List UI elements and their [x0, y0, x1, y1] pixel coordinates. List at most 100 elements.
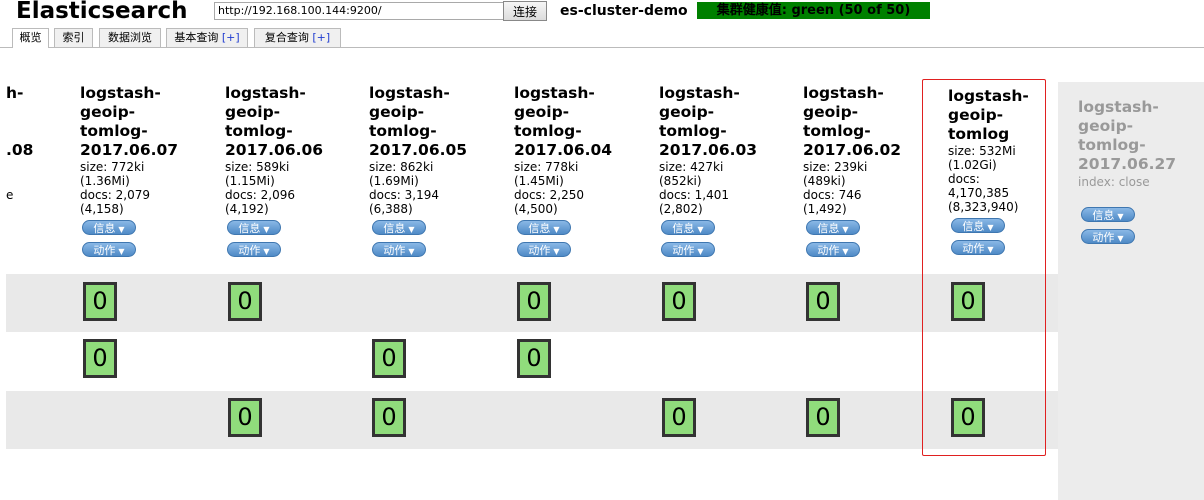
- info-button-label: 信息: [93, 222, 116, 235]
- caret-down-icon: ▼: [842, 247, 849, 256]
- shard[interactable]: 0: [372, 398, 406, 437]
- action-button-label: 动作: [1092, 231, 1115, 244]
- cluster-url-input[interactable]: [214, 2, 506, 20]
- index-docs-total: (2,802): [659, 202, 703, 216]
- index-docs: docs: 1,401: [659, 188, 730, 202]
- index-size: size: 427ki: [659, 160, 724, 174]
- action-button-label: 动作: [383, 244, 406, 257]
- index-docs: docs: 2,079: [80, 188, 151, 202]
- index-size: size: 589ki: [225, 160, 290, 174]
- caret-down-icon: ▼: [1117, 212, 1124, 221]
- highlight-box: [922, 79, 1046, 456]
- shard[interactable]: 0: [517, 339, 551, 378]
- index-name-line: logstash-: [1078, 98, 1159, 116]
- index-name: logstash-geoip-tomlog- 2017.06.06: [225, 84, 365, 160]
- index-docs-total: (4,192): [225, 202, 269, 216]
- info-button[interactable]: 信息 ▼: [82, 220, 136, 235]
- index-name-line: logstash-: [225, 84, 306, 102]
- shard[interactable]: 0: [228, 398, 262, 437]
- info-button[interactable]: 信息 ▼: [227, 220, 281, 235]
- caret-down-icon: ▼: [697, 225, 704, 234]
- shard[interactable]: 0: [83, 282, 117, 321]
- index-name-line: geoip-: [514, 103, 570, 121]
- index-name-line: geoip-: [369, 103, 425, 121]
- tab-compound-query[interactable]: 复合查询 [+]: [254, 28, 341, 47]
- app-title: Elasticsearch: [16, 0, 188, 24]
- index-name: logstash-geoip-tomlog- 2017.06.05: [369, 84, 509, 160]
- info-button[interactable]: 信息 ▼: [517, 220, 571, 235]
- action-button[interactable]: 动作 ▼: [661, 242, 715, 257]
- index-docs-total: (4,158): [80, 202, 124, 216]
- shard[interactable]: 0: [662, 282, 696, 321]
- cluster-health-badge: 集群健康值: green (50 of 50): [697, 2, 930, 19]
- tab-bar: 概览 索引 数据浏览 基本查询 [+] 复合查询 [+]: [0, 27, 1204, 49]
- info-button-label: 信息: [528, 222, 551, 235]
- index-name: logstash-geoip-tomlog- 2017.06.03: [659, 84, 799, 160]
- action-button-label: 动作: [238, 244, 261, 257]
- shard[interactable]: 0: [83, 339, 117, 378]
- index-name-line: tomlog-: [659, 122, 727, 140]
- caret-down-icon: ▼: [408, 247, 415, 256]
- index-name: logstash-geoip-tomlog- 2017.06.07: [80, 84, 220, 160]
- action-button-label: 动作: [817, 244, 840, 257]
- action-button[interactable]: 动作 ▼: [227, 242, 281, 257]
- info-button-label: 信息: [238, 222, 261, 235]
- tab-browser-label: 数据浏览: [108, 31, 152, 44]
- index-name-line: tomlog-: [80, 122, 148, 140]
- action-button[interactable]: 动作 ▼: [372, 242, 426, 257]
- shard[interactable]: 0: [662, 398, 696, 437]
- index-name-line: 2017.06.04: [514, 141, 613, 159]
- tab-indices-label: 索引: [62, 31, 85, 44]
- tab-browser[interactable]: 数据浏览: [99, 28, 161, 47]
- action-button-label: 动作: [93, 244, 116, 257]
- info-button[interactable]: 信息 ▼: [661, 220, 715, 235]
- shard[interactable]: 0: [517, 282, 551, 321]
- tab-indices[interactable]: 索引: [54, 28, 93, 47]
- action-button[interactable]: 动作 ▼: [1081, 229, 1135, 244]
- info-button[interactable]: 信息 ▼: [372, 220, 426, 235]
- tab-compound-query-label: 复合查询: [264, 31, 309, 44]
- action-button[interactable]: 动作 ▼: [517, 242, 571, 257]
- shard[interactable]: 0: [806, 398, 840, 437]
- caret-down-icon: ▼: [118, 247, 125, 256]
- index-size-total: (1.36Mi): [80, 174, 130, 188]
- index-size-total: (1.69Mi): [369, 174, 419, 188]
- action-button-label: 动作: [528, 244, 551, 257]
- info-button-label: 信息: [1092, 209, 1115, 222]
- caret-down-icon: ▼: [1117, 234, 1124, 243]
- connect-button[interactable]: 连接: [503, 1, 547, 21]
- index-size: size: 862ki: [369, 160, 434, 174]
- index-stats: size: 772ki (1.36Mi) docs: 2,079 (4,158): [80, 160, 220, 216]
- index-status: index: close: [1078, 175, 1150, 189]
- tab-basic-query-label: 基本查询: [174, 31, 219, 44]
- index-docs: docs: 2,250: [514, 188, 585, 202]
- index-docs: docs: 2,096: [225, 188, 296, 202]
- node-row-3: [6, 391, 1058, 449]
- action-button-label: 动作: [672, 244, 695, 257]
- index-name-line: 2017.06.05: [369, 141, 468, 159]
- shard[interactable]: 0: [228, 282, 262, 321]
- caret-down-icon: ▼: [118, 225, 125, 234]
- index-size-total: (852ki): [659, 174, 702, 188]
- info-button-label: 信息: [383, 222, 406, 235]
- action-button[interactable]: 动作 ▼: [82, 242, 136, 257]
- info-button[interactable]: 信息 ▼: [1081, 207, 1135, 222]
- tab-compound-query-plus[interactable]: [+]: [312, 31, 330, 44]
- tab-overview[interactable]: 概览: [12, 28, 49, 49]
- partial-index-name-bottom: .08: [6, 141, 34, 159]
- index-stats: size: 427ki (852ki) docs: 1,401 (2,802): [659, 160, 799, 216]
- cluster-name: es-cluster-demo: [560, 3, 688, 19]
- caret-down-icon: ▼: [263, 247, 270, 256]
- action-button[interactable]: 动作 ▼: [806, 242, 860, 257]
- info-button[interactable]: 信息 ▼: [806, 220, 860, 235]
- index-name-line: 2017.06.06: [225, 141, 324, 159]
- tab-basic-query-plus[interactable]: [+]: [222, 31, 240, 44]
- partial-index-meta: e: [6, 188, 14, 202]
- shard[interactable]: 0: [806, 282, 840, 321]
- index-name-line: 2017.06.07: [80, 141, 179, 159]
- tab-basic-query[interactable]: 基本查询 [+]: [166, 28, 248, 47]
- index-docs: docs: 3,194: [369, 188, 440, 202]
- shard[interactable]: 0: [372, 339, 406, 378]
- caret-down-icon: ▼: [553, 247, 560, 256]
- index-stats: size: 589ki (1.15Mi) docs: 2,096 (4,192): [225, 160, 365, 216]
